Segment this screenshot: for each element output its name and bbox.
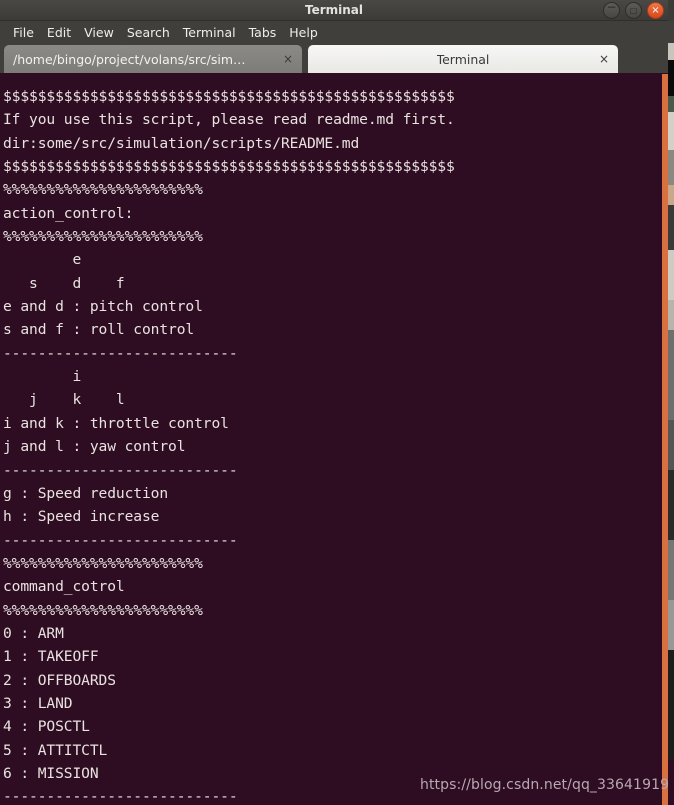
terminal-line: e and d : pitch control	[3, 298, 203, 316]
tab-path-close-icon[interactable]: ×	[283, 53, 293, 65]
terminal-window: Terminal − □ × File Edit View Search Ter…	[0, 0, 674, 805]
menu-item-file[interactable]: File	[7, 23, 41, 42]
close-icon: ×	[651, 4, 660, 16]
terminal-line: i	[3, 368, 82, 386]
window-controls: − □ ×	[603, 0, 664, 19]
terminal-line: $$$$$$$$$$$$$$$$$$$$$$$$$$$$$$$$$$$$$$$$…	[3, 158, 455, 176]
terminal-line: 0 : ARM	[3, 624, 64, 642]
terminal-line: 4 : POSCTL	[3, 718, 90, 736]
terminal-line: If you use this script, please read read…	[3, 111, 455, 129]
terminal-line: s and f : roll control	[3, 321, 195, 339]
scrollbar-thumb[interactable]	[662, 74, 668, 805]
menu-item-view[interactable]: View	[78, 23, 121, 42]
terminal-scrollbar[interactable]	[662, 74, 668, 805]
menu-item-terminal[interactable]: Terminal	[177, 23, 243, 42]
maximize-button[interactable]: □	[625, 2, 642, 19]
terminal-line: $$$$$$$$$$$$$$$$$$$$$$$$$$$$$$$$$$$$$$$$…	[3, 88, 455, 105]
terminal-line: ---------------------------	[3, 344, 238, 362]
menu-item-search[interactable]: Search	[121, 23, 177, 42]
terminal-line: ---------------------------	[3, 531, 238, 549]
terminal-line: %%%%%%%%%%%%%%%%%%%%%%%	[3, 554, 203, 572]
desktop-background-strip	[668, 0, 674, 805]
menubar: File Edit View Search Terminal Tabs Help	[0, 21, 674, 43]
terminal-line: command_cotrol	[3, 578, 125, 596]
terminal-line: %%%%%%%%%%%%%%%%%%%%%%%	[3, 181, 203, 199]
tab-terminal[interactable]: Terminal ×	[308, 45, 618, 73]
terminal-line: 3 : LAND	[3, 694, 73, 712]
terminal-line: %%%%%%%%%%%%%%%%%%%%%%%	[3, 601, 203, 619]
terminal-output-area[interactable]: $$$$$$$$$$$$$$$$$$$$$$$$$$$$$$$$$$$$$$$$…	[0, 74, 662, 805]
minimize-icon: −	[606, 0, 617, 14]
terminal-text: $$$$$$$$$$$$$$$$$$$$$$$$$$$$$$$$$$$$$$$$…	[3, 85, 662, 805]
menu-item-tabs[interactable]: Tabs	[243, 23, 284, 42]
tabbar: /home/bingo/project/volans/src/sim… × Te…	[0, 43, 668, 113]
tab-path[interactable]: /home/bingo/project/volans/src/sim… ×	[4, 45, 302, 73]
terminal-line: action_control:	[3, 204, 134, 222]
watermark: https://blog.csdn.net/qq_33641919	[420, 777, 670, 793]
terminal-line: g : Speed reduction	[3, 484, 169, 502]
terminal-line: s d f	[3, 274, 125, 292]
terminal-line: h : Speed increase	[3, 508, 160, 526]
terminal-line: e	[3, 251, 82, 269]
terminal-line: %%%%%%%%%%%%%%%%%%%%%%%	[3, 228, 203, 246]
terminal-line: dir:some/src/simulation/scripts/README.m…	[3, 134, 360, 152]
window-title: Terminal	[304, 3, 364, 17]
terminal-line: 5 : ATTITCTL	[3, 741, 108, 759]
minimize-button[interactable]: −	[603, 0, 620, 19]
menu-item-help[interactable]: Help	[283, 23, 325, 42]
terminal-line: 2 : OFFBOARDS	[3, 671, 116, 689]
terminal-line: ---------------------------	[3, 461, 238, 479]
close-button[interactable]: ×	[647, 2, 664, 19]
tab-path-label: /home/bingo/project/volans/src/sim…	[13, 51, 246, 67]
maximize-icon: □	[629, 5, 638, 15]
terminal-line: i and k : throttle control	[3, 414, 229, 432]
terminal-line: 1 : TAKEOFF	[3, 648, 99, 666]
terminal-line: j k l	[3, 391, 125, 409]
tab-terminal-close-icon[interactable]: ×	[599, 53, 609, 65]
menu-item-edit[interactable]: Edit	[41, 23, 78, 42]
tab-terminal-label: Terminal	[436, 51, 490, 67]
window-titlebar[interactable]: Terminal − □ ×	[0, 0, 668, 21]
terminal-line: j and l : yaw control	[3, 438, 186, 456]
